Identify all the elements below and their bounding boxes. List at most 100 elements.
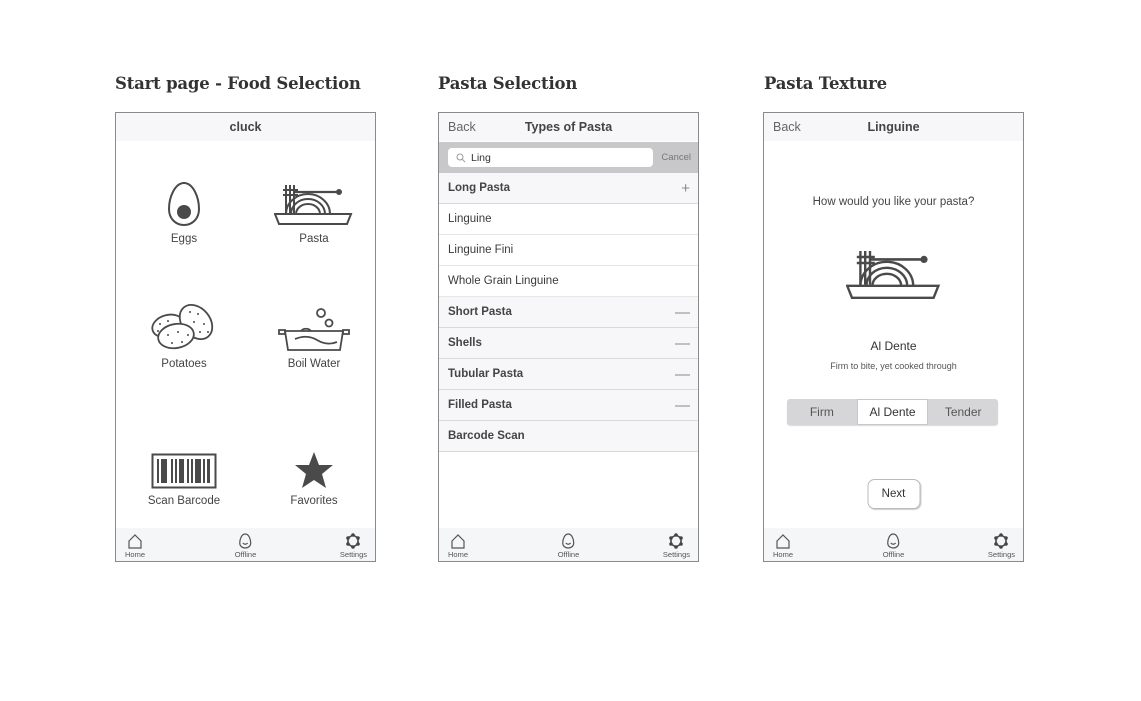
list-section-header[interactable]: Short Pasta —	[439, 297, 698, 328]
section-title-pasta-texture: Pasta Texture	[764, 74, 887, 93]
row-label: Barcode Scan	[448, 430, 525, 442]
segment-firm[interactable]: Firm	[787, 399, 857, 425]
list-section-header[interactable]: Shells —	[439, 328, 698, 359]
grid-item-eggs[interactable]: Eggs	[124, 169, 244, 245]
grid-item-pasta[interactable]: Pasta	[254, 169, 374, 245]
list-section-header[interactable]: Long Pasta +	[439, 173, 698, 204]
tab-label: Offline	[882, 550, 905, 559]
search-cancel-button[interactable]: Cancel	[661, 152, 691, 163]
barcode-icon	[151, 431, 217, 489]
row-label: Linguine	[448, 213, 492, 225]
grid-item-label: Scan Barcode	[147, 495, 221, 507]
search-value: Ling	[471, 151, 491, 164]
next-button[interactable]: Next	[867, 479, 920, 509]
grid-item-boil-water[interactable]: Boil Water	[254, 294, 374, 370]
tab-offline[interactable]: Offline	[557, 533, 580, 559]
tab-settings[interactable]: Settings	[988, 533, 1015, 559]
pasta-icon	[845, 248, 942, 307]
tab-offline[interactable]: Offline	[882, 533, 905, 559]
search-bar: Ling Cancel	[439, 142, 698, 173]
collapse-icon[interactable]: —	[675, 304, 690, 321]
tab-label: Offline	[557, 550, 580, 559]
pot-icon	[277, 294, 351, 352]
back-button[interactable]: Back	[448, 120, 476, 134]
home-icon	[451, 534, 465, 549]
home-icon	[128, 534, 142, 549]
texture-description: Firm to bite, yet cooked through	[830, 361, 957, 371]
tab-settings[interactable]: Settings	[663, 533, 690, 559]
collapse-icon[interactable]: —	[675, 366, 690, 383]
tab-label: Home	[773, 550, 794, 559]
settings-icon	[669, 533, 684, 549]
row-label: Short Pasta	[448, 306, 512, 318]
nav-bar: cluck	[116, 113, 375, 141]
row-label: Tubular Pasta	[448, 368, 524, 380]
grid-item-favorites[interactable]: Favorites	[254, 431, 374, 507]
settings-icon	[346, 533, 361, 549]
egg-offline-icon	[887, 533, 900, 549]
nav-title: Linguine	[867, 120, 920, 134]
tab-settings[interactable]: Settings	[340, 533, 367, 559]
row-label: Long Pasta	[448, 182, 510, 194]
list-section-header[interactable]: Barcode Scan	[439, 421, 698, 452]
phone-screen-pasta-texture: Back Linguine How would you like your pa…	[763, 112, 1024, 562]
tab-label: Home	[125, 550, 146, 559]
list-item[interactable]: Linguine	[439, 204, 698, 235]
phone-screen-pasta-selection: Back Types of Pasta Ling Cancel Long Pas…	[438, 112, 699, 562]
tab-home[interactable]: Home	[773, 533, 793, 559]
grid-item-label: Pasta	[299, 233, 329, 245]
tab-home[interactable]: Home	[448, 533, 468, 559]
tab-bar: Home Offline Settings	[116, 528, 375, 561]
search-icon	[456, 153, 466, 162]
grid-item-label: Favorites	[290, 495, 338, 507]
tab-home[interactable]: Home	[125, 533, 145, 559]
app-title: cluck	[229, 120, 262, 134]
tab-label: Offline	[234, 550, 257, 559]
texture-question: How would you like your pasta?	[812, 196, 975, 208]
tab-offline[interactable]: Offline	[234, 533, 257, 559]
row-label: Shells	[448, 337, 482, 349]
row-label: Whole Grain Linguine	[448, 275, 559, 287]
texture-segmented-control: Firm Al Dente Tender	[787, 399, 998, 425]
texture-name: Al Dente	[870, 339, 917, 353]
grid-item-scan-barcode[interactable]: Scan Barcode	[124, 431, 244, 507]
star-icon	[294, 431, 334, 489]
nav-bar: Back Linguine	[764, 113, 1023, 141]
section-title-food-selection: Start page - Food Selection	[115, 74, 361, 93]
list-section-header[interactable]: Tubular Pasta —	[439, 359, 698, 390]
egg-offline-icon	[239, 533, 252, 549]
nav-title: Types of Pasta	[524, 120, 613, 134]
tab-bar: Home Offline Settings	[439, 528, 698, 561]
egg-icon	[166, 169, 202, 227]
phone-screen-food-selection: cluck Eggs Pasta Potatoes Boil Water Sca…	[115, 112, 376, 562]
tab-label: Home	[448, 550, 469, 559]
list-item[interactable]: Linguine Fini	[439, 235, 698, 266]
segment-al-dente[interactable]: Al Dente	[856, 399, 929, 425]
grid-item-label: Boil Water	[287, 358, 341, 370]
segment-tender[interactable]: Tender	[928, 399, 998, 425]
tab-label: Settings	[987, 550, 1015, 559]
row-label: Linguine Fini	[448, 244, 514, 256]
tab-label: Settings	[662, 550, 690, 559]
grid-item-potatoes[interactable]: Potatoes	[124, 294, 244, 370]
pasta-type-list: Long Pasta + Linguine Linguine Fini Whole Gr…	[439, 173, 698, 452]
search-input[interactable]: Ling	[448, 148, 653, 167]
grid-item-label: Potatoes	[161, 358, 207, 370]
tab-bar: Home Offline Settings	[764, 528, 1023, 561]
collapse-icon[interactable]: —	[675, 397, 690, 414]
row-label: Filled Pasta	[448, 399, 512, 411]
collapse-icon[interactable]: —	[675, 335, 690, 352]
settings-icon	[994, 533, 1009, 549]
tab-label: Settings	[339, 550, 367, 559]
section-title-pasta-selection: Pasta Selection	[438, 74, 578, 93]
grid-item-label: Eggs	[170, 233, 198, 245]
potatoes-icon	[150, 294, 218, 352]
home-icon	[776, 534, 790, 549]
pasta-icon	[274, 169, 354, 227]
back-button[interactable]: Back	[773, 120, 801, 134]
nav-bar: Back Types of Pasta	[439, 113, 698, 141]
list-section-header[interactable]: Filled Pasta —	[439, 390, 698, 421]
expand-icon[interactable]: +	[681, 180, 690, 197]
egg-offline-icon	[562, 533, 575, 549]
list-item[interactable]: Whole Grain Linguine	[439, 266, 698, 297]
